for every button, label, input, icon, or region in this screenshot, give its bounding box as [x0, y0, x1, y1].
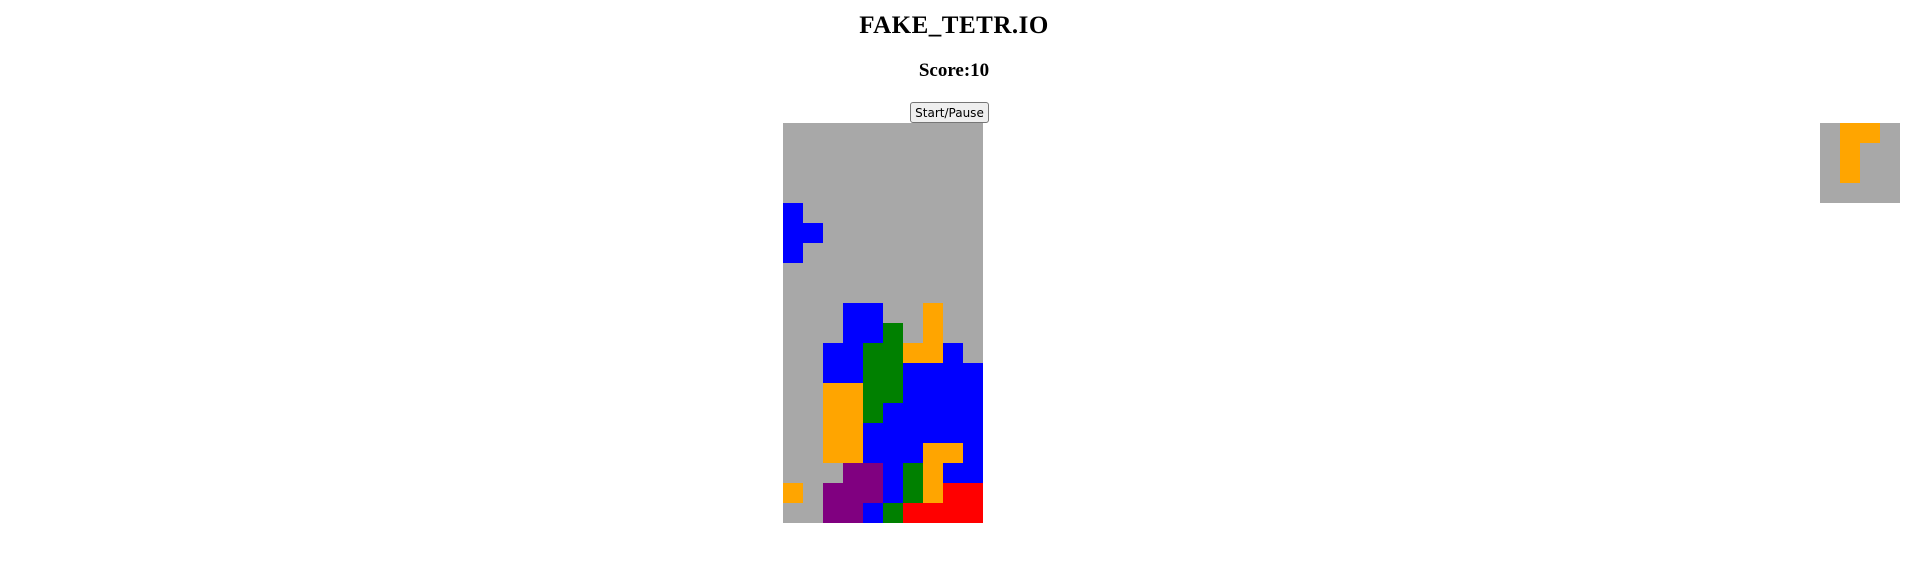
- board-block: [923, 503, 943, 523]
- preview-block: [1840, 163, 1860, 183]
- preview-block: [1860, 123, 1880, 143]
- board-block: [783, 223, 803, 243]
- board-block: [883, 443, 903, 463]
- board-block: [863, 363, 883, 383]
- board-block: [783, 243, 803, 263]
- board-block: [843, 503, 863, 523]
- board-block: [843, 303, 863, 323]
- board-block: [843, 403, 863, 423]
- board-block: [863, 403, 883, 423]
- board-block: [843, 383, 863, 403]
- board-block: [963, 483, 983, 503]
- board-block: [823, 383, 843, 403]
- score-display: Score:10: [918, 60, 990, 81]
- board-block: [823, 423, 843, 443]
- board-block: [863, 483, 883, 503]
- board-block: [783, 203, 803, 223]
- board-block: [863, 303, 883, 323]
- board-block: [883, 463, 903, 483]
- board-block: [903, 443, 923, 463]
- board-block: [823, 443, 843, 463]
- board-block: [903, 383, 923, 403]
- board-block: [943, 423, 963, 443]
- board-block: [943, 363, 963, 383]
- board-block: [923, 403, 943, 423]
- board-block: [883, 323, 903, 343]
- board-block: [923, 343, 943, 363]
- board-block: [863, 443, 883, 463]
- preview-block: [1840, 143, 1860, 163]
- board-block: [863, 383, 883, 403]
- board-block: [883, 383, 903, 403]
- board-block: [903, 503, 923, 523]
- board-block: [883, 483, 903, 503]
- board-block: [823, 403, 843, 423]
- board-block: [923, 323, 943, 343]
- preview-block: [1840, 123, 1860, 143]
- board-block: [863, 463, 883, 483]
- board-block: [923, 483, 943, 503]
- board-block: [943, 443, 963, 463]
- board-block: [923, 443, 943, 463]
- board-block: [903, 363, 923, 383]
- board-block: [943, 383, 963, 403]
- board-block: [843, 483, 863, 503]
- next-piece-preview: [1820, 123, 1900, 203]
- board-block: [903, 423, 923, 443]
- board-block: [943, 463, 963, 483]
- board-block: [863, 503, 883, 523]
- board-block: [943, 343, 963, 363]
- board-block: [923, 383, 943, 403]
- board-block: [903, 463, 923, 483]
- board-block: [923, 423, 943, 443]
- board-block: [963, 503, 983, 523]
- board-block: [843, 463, 863, 483]
- board-block: [843, 323, 863, 343]
- game-title: FAKE_TETR.IO: [859, 12, 1049, 39]
- board-block: [963, 403, 983, 423]
- board-block: [923, 363, 943, 383]
- board-block: [963, 423, 983, 443]
- board-block: [823, 503, 843, 523]
- board-block: [923, 463, 943, 483]
- board-block: [943, 503, 963, 523]
- board-block: [943, 403, 963, 423]
- board-block: [963, 383, 983, 403]
- game-board[interactable]: [783, 123, 983, 523]
- board-block: [903, 343, 923, 363]
- board-block: [963, 443, 983, 463]
- board-block: [903, 483, 923, 503]
- board-block: [843, 363, 863, 383]
- board-block: [863, 343, 883, 363]
- board-block: [843, 343, 863, 363]
- board-block: [823, 343, 843, 363]
- board-block: [843, 443, 863, 463]
- board-block: [883, 363, 903, 383]
- board-block: [803, 223, 823, 243]
- board-block: [883, 503, 903, 523]
- board-block: [843, 423, 863, 443]
- board-block: [883, 423, 903, 443]
- board-block: [863, 323, 883, 343]
- board-block: [863, 423, 883, 443]
- board-block: [783, 483, 803, 503]
- board-block: [963, 363, 983, 383]
- board-block: [903, 403, 923, 423]
- board-block: [963, 463, 983, 483]
- board-block: [823, 483, 843, 503]
- board-block: [823, 363, 843, 383]
- board-block: [943, 483, 963, 503]
- start-pause-button[interactable]: Start/Pause: [910, 102, 989, 123]
- board-block: [923, 303, 943, 323]
- board-block: [883, 343, 903, 363]
- board-block: [883, 403, 903, 423]
